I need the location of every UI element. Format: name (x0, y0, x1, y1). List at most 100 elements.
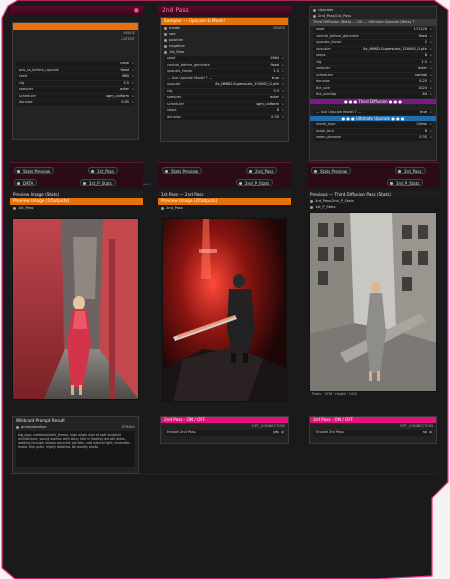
input-prompt[interactable]: promptoutline (21, 425, 46, 429)
input-socket-row[interactable]: 2nd_Pass/1st_Pass (310, 13, 436, 19)
arrow-right-icon[interactable]: ▸ (430, 34, 432, 40)
input-2nd-pass[interactable]: 2nd_Pass (166, 206, 183, 210)
arrow-right-icon[interactable]: ▸ (282, 102, 284, 108)
group-title-col2[interactable]: 2nd Pass (158, 6, 291, 15)
widget-steps[interactable]: steps 8 ▸ (164, 108, 285, 114)
link-3rd-pass[interactable]: 3rd_Pass (395, 167, 426, 174)
arrow-right-icon[interactable]: ▸ (282, 95, 284, 101)
arrow-right-icon[interactable]: ▸ (282, 115, 284, 121)
widget-upscale[interactable]: upscale 8x_NMKD-Superscale_150000_G.pth ▸ (164, 82, 285, 88)
preview-node-header[interactable]: Preview Image (2Outputs) (158, 198, 291, 205)
arrow-right-icon[interactable]: ▸ (132, 100, 134, 106)
sampler-upscale-node[interactable]: Sampler — Upscale & Model model IMAGE vae p… (160, 17, 289, 142)
arrow-right-icon[interactable]: ▸ (430, 92, 432, 98)
widget-use-upscale-model[interactable]: — Use Upscale Model ? — true ▸ (164, 75, 285, 82)
widget-steps[interactable]: steps 8 ▸ (313, 53, 433, 59)
node-header[interactable] (13, 23, 138, 30)
arrow-right-icon[interactable]: ▸ (430, 79, 432, 85)
arrow-right-icon[interactable]: ▸ (282, 63, 284, 69)
arrow-right-icon[interactable]: ▸ (282, 89, 284, 95)
third-diffusion-node[interactable]: Upscaler 2nd_Pass/1st_Pass Third Diffusio… (309, 6, 437, 161)
workflow-canvas[interactable]: ● IMAGE LATENT none ▸ pos_ss_before_upscal… (0, 0, 450, 579)
link-1st-stats[interactable]: 1st_P_Stats (80, 179, 116, 186)
arrow-right-icon[interactable]: ▸ (132, 87, 134, 93)
arrow-right-icon[interactable]: ▸ (282, 56, 284, 62)
widget-seed[interactable]: seed 171126 ▸ (313, 27, 433, 33)
widget-control-before-generate[interactable]: control_before_generate fixed ▸ (313, 33, 433, 40)
arrow-right-icon[interactable]: ▸ (132, 74, 134, 80)
widget-upscaler[interactable]: upscaler 8x_NMKD-Superscale_150000_G.pth ▸ (313, 46, 433, 53)
widget-value[interactable]: none ▸ (16, 61, 135, 67)
widget-denoise[interactable]: denoise 0.35 ▸ (164, 114, 285, 121)
socket-dot-icon[interactable] (164, 32, 167, 36)
output-latent[interactable]: LATENT (13, 36, 138, 42)
widget-sampler[interactable]: sampler euler ▸ (313, 66, 433, 72)
arrow-right-icon[interactable]: ▸ (430, 122, 432, 128)
widget-tile-overlap[interactable]: tile_overlap 64 ▸ (313, 92, 433, 98)
arrow-right-icon[interactable]: ▸ (282, 76, 284, 82)
socket-dot-icon[interactable] (164, 50, 167, 54)
node-header[interactable]: Sampler — Upscale & Model (161, 18, 288, 25)
arrow-right-icon[interactable]: ▸ (430, 27, 432, 33)
use-upscale-toggle[interactable]: — Use Upscale Model ? — true ▸ (313, 109, 433, 115)
node-header[interactable]: Third Diffusion (Beta) — OK — Ultimate U… (310, 19, 436, 26)
arrow-right-icon[interactable]: ▸ (430, 135, 432, 141)
widget-mode-type[interactable]: mode_type Chess ▸ (313, 122, 433, 128)
link-3rd-stats[interactable]: 3rd_P_Stats (387, 179, 424, 186)
arrow-right-icon[interactable]: ▸ (132, 81, 134, 87)
link-2nd-pass[interactable]: 2nd_Pass (246, 167, 278, 174)
input-socket-row[interactable]: 1st_Pass (161, 49, 288, 55)
widget-scheduler[interactable]: scheduler sgm_uniform ▸ (164, 101, 285, 108)
widget-tile-size[interactable]: tile_size 1024 ▸ (313, 85, 433, 92)
arrow-right-icon[interactable]: ▸ (430, 47, 432, 53)
data-node[interactable]: DATA (14, 179, 38, 186)
arrow-right-icon[interactable]: ▸ (430, 40, 432, 46)
arrow-right-icon[interactable]: ▸ (282, 82, 284, 88)
socket-dot-icon[interactable] (313, 8, 316, 12)
input-3rd-pass[interactable]: 3rd_Pass/2nd_P_Stats (315, 199, 354, 203)
widget-seed[interactable]: seed 880 ▸ (16, 74, 135, 80)
widget-scheduler[interactable]: scheduler normal ▸ (313, 72, 433, 79)
toggle-3rd-pass-node[interactable]: 3rd Pass · ON / OFF OPT_CONNECTION Enabl… (309, 416, 437, 444)
widget-pos-ss-before-upscale[interactable]: pos_ss_before_upscale fixed ▸ (16, 67, 135, 74)
arrow-right-icon[interactable]: ▸ (282, 108, 284, 114)
widget-sampler[interactable]: sampler euler ▸ (16, 87, 135, 93)
toggle-2nd-pass-node[interactable]: 2nd Pass · ON / OFF OPT_CONNECTION Enabl… (160, 416, 289, 444)
socket-dot-icon[interactable] (313, 14, 316, 18)
arrow-right-icon[interactable]: ▸ (132, 94, 134, 100)
widget-mask-blur[interactable]: mask_blur 8 ▸ (313, 128, 433, 135)
preview-node-header[interactable]: Preview Image (1Outputs) (10, 198, 143, 205)
arrow-right-icon[interactable]: ▸ (430, 73, 432, 79)
input-1st-stats[interactable]: 1st_P_Stats (315, 205, 336, 209)
arrow-right-icon[interactable]: ▸ (430, 129, 432, 135)
opt-connection[interactable]: OPT_CONNECTION (252, 423, 285, 429)
widget-seed[interactable]: seed 1964 ▸ (164, 56, 285, 62)
group-title-col1[interactable]: ● (10, 6, 143, 15)
widget-scheduler[interactable]: scheduler sgm_uniform ▸ (16, 93, 135, 100)
arrow-right-icon[interactable]: ▸ (430, 86, 432, 92)
widget-cfg[interactable]: cfg 3.5 ▸ (164, 88, 285, 95)
input-1st-pass[interactable]: 1st_Pass (18, 206, 33, 210)
link-1st-pass[interactable]: 1st_Pass (88, 167, 119, 174)
collapse-toggle-icon[interactable]: ● (134, 6, 139, 15)
socket-dot-icon[interactable] (164, 38, 167, 42)
widget-cfg[interactable]: cfg 3.5 ▸ (16, 80, 135, 87)
stats-preview-node[interactable]: Stats Preview (162, 167, 203, 174)
sampler-node-col1[interactable]: IMAGE LATENT none ▸ pos_ss_before_upscale f… (12, 22, 139, 140)
widget-sampler[interactable]: sampler euler ▸ (164, 95, 285, 101)
widget-seam-denoise[interactable]: seam_denoise 0.35 ▸ (313, 135, 433, 141)
arrow-right-icon[interactable]: ▸ (132, 61, 134, 67)
widget-denoise[interactable]: denoise 0.65 ▸ (16, 100, 135, 106)
arrow-right-icon[interactable]: ▸ (430, 53, 432, 59)
widget-denoise[interactable]: denoise 0.25 ▸ (313, 79, 433, 85)
enable-2nd-pass-toggle[interactable]: Enable 2nd Pass yes ● (164, 430, 285, 436)
widget-upscale-factor[interactable]: upscale_factor 1.5 ▸ (164, 69, 285, 75)
arrow-right-icon[interactable]: ▸ (132, 68, 134, 74)
socket-dot-icon[interactable] (164, 26, 167, 30)
socket-dot-icon[interactable] (164, 44, 167, 48)
arrow-right-icon[interactable]: ▸ (282, 69, 284, 75)
widget-control-before-generate[interactable]: control_before_generate fixed ▸ (164, 62, 285, 69)
widget-cfg[interactable]: cfg 1.5 ▸ (313, 59, 433, 66)
prompt-text-area[interactable]: big_logo, medieval/dark_theme, high angl… (16, 431, 135, 467)
arrow-right-icon[interactable]: ▸ (430, 60, 432, 66)
